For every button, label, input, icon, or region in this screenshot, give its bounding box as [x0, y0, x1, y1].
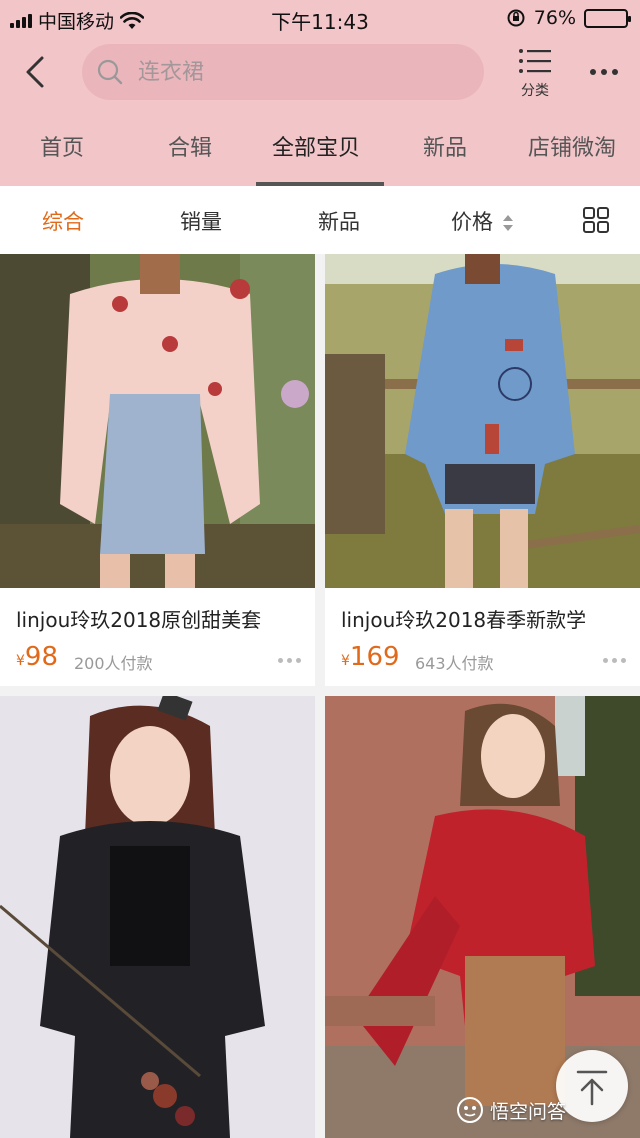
top-header: 中国移动 下午11:43 76% 连衣裙 分类 首页 合辑 全部宝贝 新品 店铺…	[0, 0, 640, 186]
search-input[interactable]	[138, 59, 438, 85]
tab-new[interactable]: 新品	[423, 130, 467, 162]
wukong-logo-icon	[457, 1097, 483, 1123]
sort-arrows-icon	[502, 215, 513, 231]
back-to-top-button[interactable]	[556, 1050, 628, 1122]
sort-price-label: 价格	[451, 210, 493, 234]
product-image	[0, 254, 315, 588]
grid-view-icon[interactable]	[582, 206, 610, 234]
product-title[interactable]: linjou玲玖2018原创甜美套	[16, 604, 306, 633]
list-icon	[519, 49, 551, 73]
battery-icon	[584, 8, 631, 28]
watermark: 悟空问答	[456, 1096, 566, 1124]
tab-all-items[interactable]: 全部宝贝	[272, 130, 360, 162]
sort-comprehensive[interactable]: 综合	[42, 206, 84, 236]
product-card[interactable]: linjou玲玖2018原创甜美套 ¥98 200人付款	[0, 254, 315, 686]
tab-store-feed[interactable]: 店铺微淘	[528, 130, 616, 162]
product-price: ¥169	[341, 642, 400, 672]
category-label: 分类	[521, 83, 549, 99]
search-bar[interactable]	[82, 44, 484, 100]
store-tabs: 首页 合辑 全部宝贝 新品 店铺微淘	[0, 116, 640, 186]
arrow-up-icon	[576, 1070, 608, 1106]
watermark-text: 悟空问答	[490, 1100, 567, 1123]
product-card[interactable]	[0, 696, 315, 1138]
more-icon[interactable]	[278, 658, 301, 663]
tab-home[interactable]: 首页	[40, 130, 84, 162]
status-bar: 中国移动 下午11:43 76%	[0, 0, 640, 36]
battery-percent: 76%	[533, 7, 576, 29]
more-icon[interactable]	[603, 658, 626, 663]
search-icon	[97, 59, 123, 85]
more-options-icon[interactable]	[584, 60, 624, 84]
sort-bar: 综合 销量 新品 价格	[0, 186, 640, 254]
sort-price[interactable]: 价格	[451, 206, 514, 236]
orientation-lock-icon	[507, 9, 525, 27]
sort-new[interactable]: 新品	[318, 206, 360, 236]
product-price: ¥98	[16, 642, 59, 672]
sort-sales[interactable]: 销量	[180, 206, 222, 236]
product-card[interactable]: linjou玲玖2018春季新款学 ¥169 643人付款	[325, 254, 640, 686]
category-button[interactable]: 分类	[508, 48, 562, 99]
back-arrow-icon[interactable]	[20, 50, 60, 94]
product-image	[325, 254, 640, 588]
product-title[interactable]: linjou玲玖2018春季新款学	[341, 604, 631, 633]
sales-count: 643人付款	[415, 654, 494, 673]
product-image	[0, 696, 315, 1138]
sales-count: 200人付款	[74, 654, 153, 673]
tab-collections[interactable]: 合辑	[168, 130, 212, 162]
